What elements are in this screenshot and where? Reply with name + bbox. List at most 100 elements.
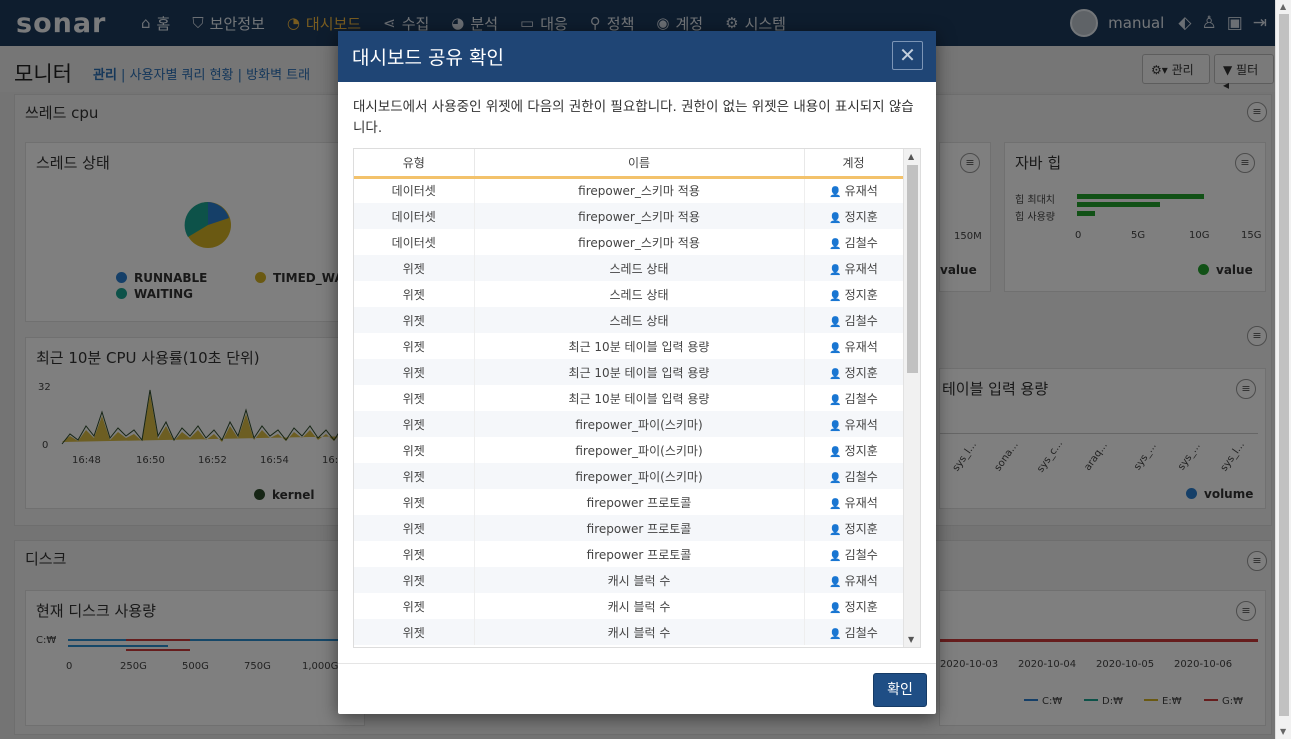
cell-name: firepower 프로토콜 (474, 515, 805, 541)
user-icon: 👤 (829, 264, 842, 276)
user-icon: 👤 (829, 187, 842, 199)
user-icon: 👤 (829, 342, 842, 354)
cell-type: 위젯 (354, 307, 475, 333)
cell-name: 캐시 블럭 수 (474, 567, 805, 593)
cell-account: 👤 유재석 (804, 411, 904, 437)
cell-type: 위젯 (354, 463, 475, 489)
dialog-description: 대시보드에서 사용중인 위젯에 다음의 권한이 필요합니다. 권한이 없는 위젯… (353, 99, 914, 136)
account-name: 유재석 (844, 573, 878, 588)
cell-name: firepower_파이(스키마) (474, 463, 805, 489)
table-row: 위젯 스레드 상태 👤 김철수 (354, 307, 904, 333)
cell-type: 위젯 (354, 411, 475, 437)
cell-account: 👤 유재석 (804, 177, 904, 203)
table-row: 위젯 firepower 프로토콜 👤 유재석 (354, 489, 904, 515)
table-row: 위젯 캐시 블럭 수 👤 유재석 (354, 567, 904, 593)
user-icon: 👤 (829, 628, 842, 640)
cell-account: 👤 유재석 (804, 567, 904, 593)
table-row: 위젯 firepower 프로토콜 👤 김철수 (354, 541, 904, 567)
table-row: 데이터셋 firepower_스키마 적용 👤 김철수 (354, 229, 904, 255)
table-row: 데이터셋 firepower_스키마 적용 👤 유재석 (354, 177, 904, 203)
confirm-button[interactable]: 확인 (873, 673, 927, 707)
account-name: 정지훈 (844, 287, 878, 302)
permission-table: 유형 이름 계정 데이터셋 firepower_스키마 적용 👤 유재석 데이터셋 fir… (353, 148, 921, 648)
user-icon: 👤 (829, 420, 842, 432)
table-row: 위젯 firepower_파이(스키마) 👤 정지훈 (354, 437, 904, 463)
cell-name: 최근 10분 테이블 입력 용량 (474, 333, 805, 359)
account-name: 김철수 (844, 625, 878, 640)
table-row: 데이터셋 firepower_스키마 적용 👤 정지훈 (354, 203, 904, 229)
cell-name: 스레드 상태 (474, 281, 805, 307)
user-icon: 👤 (829, 498, 842, 510)
cell-account: 👤 유재석 (804, 333, 904, 359)
cell-type: 데이터셋 (354, 177, 475, 203)
cell-name: 스레드 상태 (474, 255, 805, 281)
table-row: 위젯 firepower_파이(스키마) 👤 김철수 (354, 463, 904, 489)
account-name: 김철수 (844, 391, 878, 406)
close-button[interactable]: ✕ (892, 41, 923, 70)
cell-name: firepower_스키마 적용 (474, 203, 805, 229)
user-icon: 👤 (829, 238, 842, 250)
cell-type: 위젯 (354, 567, 475, 593)
table-header-row: 유형 이름 계정 (354, 149, 904, 179)
account-name: 유재석 (844, 339, 878, 354)
account-name: 정지훈 (844, 365, 878, 380)
cell-type: 위젯 (354, 489, 475, 515)
account-name: 김철수 (844, 313, 878, 328)
cell-type: 데이터셋 (354, 203, 475, 229)
cell-name: 캐시 블럭 수 (474, 593, 805, 619)
cell-name: 캐시 블럭 수 (474, 619, 805, 645)
cell-account: 👤 유재석 (804, 489, 904, 515)
cell-type: 위젯 (354, 619, 475, 645)
user-icon: 👤 (829, 316, 842, 328)
page-scrollbar[interactable]: ▲ ▼ (1275, 0, 1291, 739)
table-row: 위젯 최근 10분 테이블 입력 용량 👤 김철수 (354, 385, 904, 411)
cell-name: firepower_스키마 적용 (474, 229, 805, 255)
account-name: 김철수 (844, 235, 878, 250)
cell-name: firepower 프로토콜 (474, 541, 805, 567)
cell-name: firepower_파이(스키마) (474, 437, 805, 463)
cell-account: 👤 김철수 (804, 619, 904, 645)
cell-type: 데이터셋 (354, 229, 475, 255)
user-icon: 👤 (829, 576, 842, 588)
cell-type: 위젯 (354, 515, 475, 541)
cell-account: 👤 정지훈 (804, 437, 904, 463)
account-name: 정지훈 (844, 599, 878, 614)
user-icon: 👤 (829, 394, 842, 406)
account-name: 정지훈 (844, 521, 878, 536)
dialog-title: 대시보드 공유 확인 (352, 47, 504, 69)
account-name: 유재석 (844, 417, 878, 432)
table-row: 위젯 스레드 상태 👤 정지훈 (354, 281, 904, 307)
user-icon: 👤 (829, 602, 842, 614)
user-icon: 👤 (829, 472, 842, 484)
share-confirm-dialog: 대시보드 공유 확인 ✕ 대시보드에서 사용중인 위젯에 다음의 권한이 필요합… (338, 31, 936, 714)
cell-type: 위젯 (354, 541, 475, 567)
user-icon: 👤 (829, 290, 842, 302)
table-row: 위젯 캐시 블럭 수 👤 정지훈 (354, 593, 904, 619)
account-name: 정지훈 (844, 209, 878, 224)
cell-account: 👤 김철수 (804, 463, 904, 489)
account-name: 김철수 (844, 469, 878, 484)
cell-name: firepower 프로토콜 (474, 489, 805, 515)
cell-account: 👤 김철수 (804, 307, 904, 333)
account-name: 유재석 (844, 495, 878, 510)
table-scrollbar[interactable]: ▲ ▼ (903, 149, 920, 647)
cell-type: 위젯 (354, 255, 475, 281)
cell-account: 👤 김철수 (804, 385, 904, 411)
cell-type: 위젯 (354, 593, 475, 619)
cell-account: 👤 정지훈 (804, 203, 904, 229)
user-icon: 👤 (829, 524, 842, 536)
table-row: 위젯 최근 10분 테이블 입력 용량 👤 정지훈 (354, 359, 904, 385)
user-icon: 👤 (829, 368, 842, 380)
account-name: 유재석 (844, 184, 878, 199)
cell-type: 위젯 (354, 333, 475, 359)
table-row: 위젯 스레드 상태 👤 유재석 (354, 255, 904, 281)
cell-name: firepower_스키마 적용 (474, 177, 805, 203)
user-icon: 👤 (829, 212, 842, 224)
column-header-name[interactable]: 이름 (474, 149, 805, 179)
cell-type: 위젯 (354, 281, 475, 307)
column-header-account[interactable]: 계정 (804, 149, 904, 179)
table-row: 위젯 캐시 블럭 수 👤 김철수 (354, 619, 904, 645)
column-header-type[interactable]: 유형 (354, 149, 475, 179)
cell-account: 👤 유재석 (804, 255, 904, 281)
cell-name: 스레드 상태 (474, 307, 805, 333)
